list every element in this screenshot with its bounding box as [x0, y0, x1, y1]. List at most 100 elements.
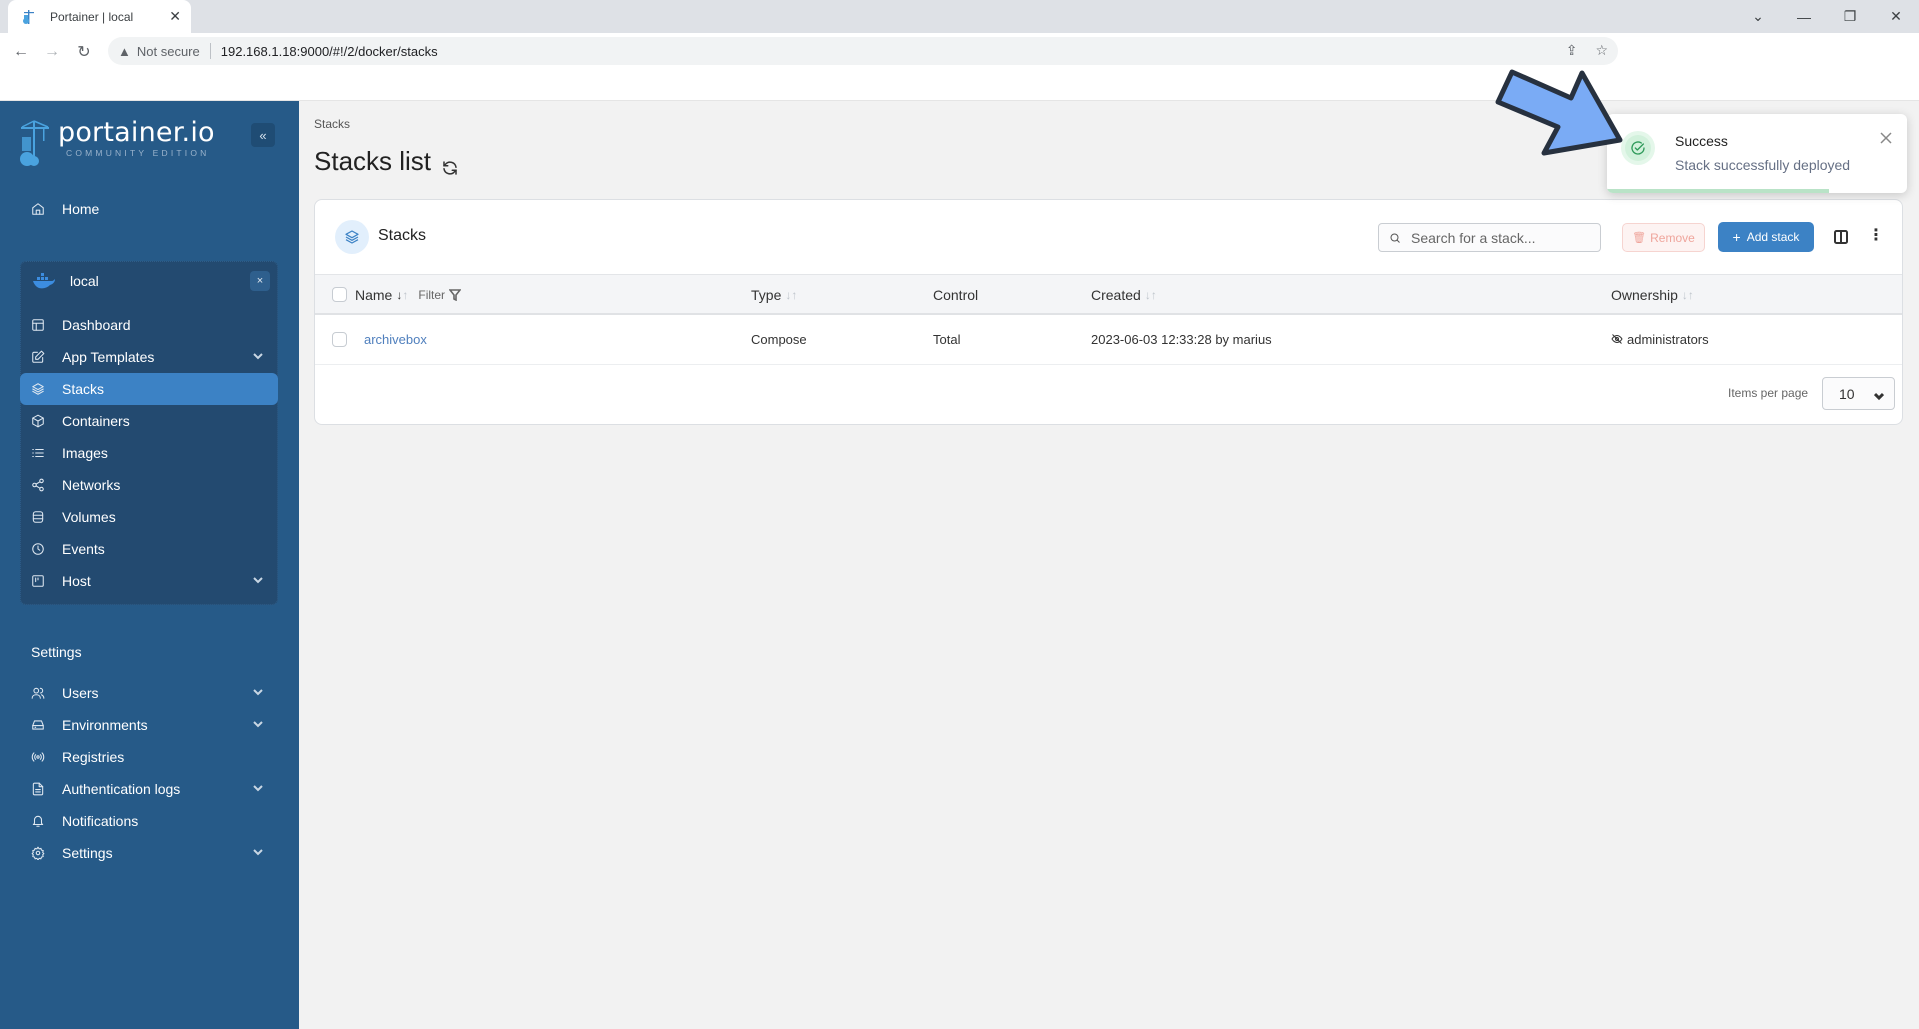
hard-drive-icon [30, 717, 46, 733]
url-text[interactable]: 192.168.1.18:9000/#!/2/docker/stacks [221, 44, 438, 59]
omnibox-divider [209, 43, 211, 59]
sidebar-item-label: Dashboard [62, 317, 131, 333]
table-footer: Items per page 10 [315, 365, 1902, 424]
sidebar-item-label: Images [62, 445, 108, 461]
sidebar-item-users[interactable]: Users [20, 677, 278, 709]
chevron-down-icon[interactable] [252, 349, 264, 361]
stacks-card: Stacks 🗑 Remove + Add stack ⋮ Name ↓↑ Fi… [314, 199, 1903, 425]
sort-icon[interactable]: ↓↑ [1145, 288, 1157, 302]
sidebar-item-home[interactable]: Home [20, 193, 278, 225]
sidebar-item-authentication-logs[interactable]: Authentication logs [20, 773, 278, 805]
forward-icon[interactable]: → [41, 41, 63, 63]
sidebar-item-label: Authentication logs [62, 781, 181, 797]
share-icon [30, 477, 46, 493]
sidebar-item-networks[interactable]: Networks [20, 469, 278, 501]
add-stack-button[interactable]: + Add stack [1718, 222, 1814, 252]
file-text-icon [30, 781, 46, 797]
reload-icon[interactable]: ↻ [73, 41, 95, 63]
column-header-created[interactable]: Created ↓↑ [1091, 287, 1157, 303]
sidebar-item-registries[interactable]: Registries [20, 741, 278, 773]
chevron-down-icon[interactable] [252, 781, 264, 793]
portainer-logo[interactable]: portainer.io COMMUNITY EDITION [18, 119, 215, 167]
column-header-type[interactable]: Type ↓↑ [751, 287, 797, 303]
back-icon[interactable]: ← [10, 41, 32, 63]
minimize-icon[interactable]: — [1781, 0, 1827, 33]
page-title-text: Stacks list [314, 146, 432, 176]
edit-icon [30, 349, 46, 365]
remove-button[interactable]: 🗑 Remove [1622, 223, 1705, 252]
stack-name-link[interactable]: archivebox [364, 332, 427, 347]
share-icon[interactable]: ⇪ [1566, 42, 1578, 59]
sidebar-item-label: App Templates [62, 349, 155, 365]
sidebar-item-stacks[interactable]: Stacks [20, 373, 278, 405]
add-stack-button-label: Add stack [1746, 230, 1800, 244]
environment-name: local [70, 273, 99, 289]
items-per-page-select[interactable]: 10 [1822, 377, 1895, 410]
toast-close-icon[interactable] [1879, 131, 1893, 145]
columns-icon[interactable] [1834, 230, 1848, 244]
sidebar-item-images[interactable]: Images [20, 437, 278, 469]
chevron-down-icon[interactable] [252, 717, 264, 729]
search-box[interactable] [1378, 223, 1601, 252]
browser-tab-bar: Portainer | local ✕ ⌄ — ❐ ✕ [0, 0, 1919, 33]
sidebar-item-notifications[interactable]: Notifications [20, 805, 278, 837]
sidebar-item-events[interactable]: Events [20, 533, 278, 565]
chevron-down-icon[interactable] [252, 845, 264, 857]
omnibox[interactable]: ▲ Not secure 192.168.1.18:9000/#!/2/dock… [108, 37, 1618, 65]
stack-ownership: administrators [1611, 332, 1709, 347]
sidebar-item-app-templates[interactable]: App Templates [20, 341, 278, 373]
sort-icon[interactable]: ↓↑ [396, 288, 408, 302]
address-bar-row: ← → ↻ ▲ Not secure 192.168.1.18:9000/#!/… [0, 33, 1919, 94]
refresh-icon[interactable] [441, 153, 459, 175]
stack-control: Total [933, 332, 961, 347]
card-header: Stacks 🗑 Remove + Add stack ⋮ [315, 200, 1902, 275]
eye-off-icon [1611, 333, 1623, 345]
chevron-down-icon[interactable] [252, 685, 264, 697]
chevron-down-icon[interactable] [252, 573, 264, 585]
environment-close-button[interactable]: × [250, 271, 270, 291]
table-header: Name ↓↑ Filter Type ↓↑ Control Created ↓… [315, 275, 1902, 315]
search-input[interactable] [1411, 229, 1591, 246]
column-header-ownership[interactable]: Ownership ↓↑ [1611, 287, 1694, 303]
select-all-checkbox[interactable] [332, 287, 347, 302]
sidebar-item-containers[interactable]: Containers [20, 405, 278, 437]
table-row: archivebox Compose Total 2023-06-03 12:3… [315, 315, 1902, 365]
sort-icon[interactable]: ↓↑ [1682, 288, 1694, 302]
restore-icon[interactable]: ❐ [1827, 0, 1873, 33]
docker-whale-icon [33, 273, 55, 289]
items-per-page-label: Items per page [1728, 386, 1809, 400]
settings-section-label: Settings [31, 644, 82, 660]
bookmark-star-icon[interactable]: ☆ [1595, 42, 1608, 59]
browser-tab[interactable]: Portainer | local ✕ [8, 0, 191, 33]
tab-search-chevron-icon[interactable]: ⌄ [1735, 0, 1781, 33]
sidebar-item-settings[interactable]: Settings [20, 837, 278, 869]
window-close-icon[interactable]: ✕ [1873, 0, 1919, 33]
box-icon [30, 413, 46, 429]
clock-icon [30, 541, 46, 557]
sidebar-item-label: Users [62, 685, 99, 701]
collapse-sidebar-button[interactable]: « [251, 123, 275, 147]
logo-text: portainer.io [58, 117, 215, 148]
sort-icon[interactable]: ↓↑ [785, 288, 797, 302]
sidebar-item-environments[interactable]: Environments [20, 709, 278, 741]
filter-button[interactable]: Filter [418, 288, 462, 302]
sidebar-item-dashboard[interactable]: Dashboard [20, 309, 278, 341]
column-header-name[interactable]: Name ↓↑ Filter [355, 287, 462, 303]
row-checkbox[interactable] [332, 332, 347, 347]
sidebar-item-volumes[interactable]: Volumes [20, 501, 278, 533]
breadcrumb[interactable]: Stacks [314, 117, 350, 131]
more-options-icon[interactable]: ⋮ [1868, 227, 1884, 245]
portainer-crane-icon [20, 120, 49, 166]
warning-icon: ▲ [118, 43, 131, 59]
search-icon [1390, 233, 1400, 243]
trash-icon: 🗑 [1632, 232, 1647, 244]
sidebar-item-label: Notifications [62, 813, 139, 829]
tab-close-icon[interactable]: ✕ [169, 8, 181, 25]
sidebar-item-host[interactable]: Host [20, 565, 278, 597]
check-circle-icon [1621, 131, 1655, 165]
security-label[interactable]: Not secure [137, 44, 200, 59]
sidebar-item-label: Settings [62, 845, 113, 861]
sidebar-item-label: Home [62, 201, 100, 217]
sidebar-item-label: Host [62, 573, 91, 589]
top-header [0, 68, 1919, 101]
